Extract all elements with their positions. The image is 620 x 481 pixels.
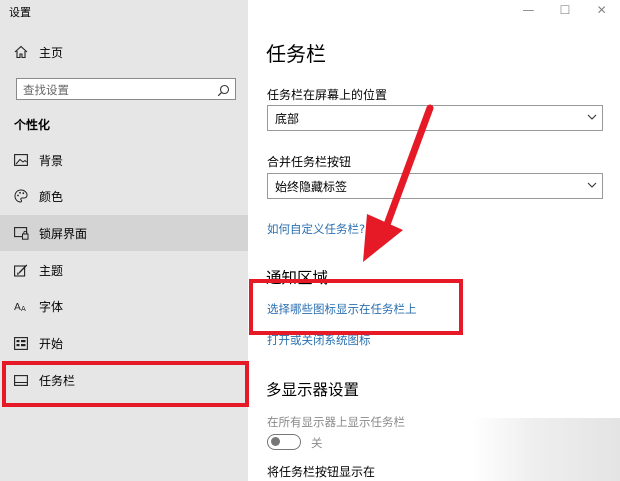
sidebar-item-background[interactable]: 背景 — [0, 142, 248, 178]
position-value: 底部 — [275, 111, 300, 126]
combine-dropdown[interactable]: 始终隐藏标签 — [267, 173, 603, 199]
lock-screen-icon — [13, 225, 29, 241]
sidebar-item-label: 开始 — [39, 336, 64, 351]
font-icon: AA — [13, 298, 29, 314]
search-box[interactable] — [16, 78, 236, 100]
sidebar: 设置 主页 个性化 背景 颜色 锁屏界面 主题 — [0, 0, 248, 481]
sidebar-item-label: 主题 — [39, 263, 64, 278]
app-title: 设置 — [9, 6, 31, 19]
home-icon — [13, 44, 29, 60]
chevron-down-icon — [586, 178, 598, 195]
sidebar-item-label: 颜色 — [39, 189, 64, 204]
svg-text:A: A — [14, 302, 21, 313]
svg-text:A: A — [21, 305, 26, 313]
watermark-blur — [472, 418, 620, 481]
theme-brush-icon — [13, 262, 29, 278]
show-all-displays-label: 在所有显示器上显示任务栏 — [267, 415, 405, 429]
page-title: 任务栏 — [266, 42, 326, 66]
minimize-button[interactable]: — — [516, 3, 540, 17]
position-label: 任务栏在屏幕上的位置 — [267, 88, 388, 102]
sidebar-item-label: 锁屏界面 — [39, 226, 88, 241]
customize-taskbar-link[interactable]: 如何自定义任务栏? — [267, 221, 365, 237]
position-dropdown[interactable]: 底部 — [267, 105, 603, 131]
sidebar-item-label: 背景 — [39, 153, 64, 168]
sidebar-item-label: 字体 — [39, 299, 64, 314]
sidebar-item-home[interactable]: 主页 — [0, 34, 248, 70]
sidebar-item-lock-screen[interactable]: 锁屏界面 — [0, 215, 248, 251]
annotation-box-select-icons — [249, 279, 463, 335]
palette-icon — [13, 188, 29, 204]
sidebar-item-themes[interactable]: 主题 — [0, 252, 248, 288]
combine-value: 始终隐藏标签 — [275, 179, 348, 194]
image-icon — [13, 152, 29, 168]
section-label: 个性化 — [14, 118, 51, 132]
search-icon[interactable] — [217, 82, 230, 101]
chevron-down-icon — [586, 110, 598, 127]
sidebar-item-fonts[interactable]: AA 字体 — [0, 288, 248, 324]
close-button[interactable]: ✕ — [590, 3, 614, 17]
maximize-button[interactable]: ☐ — [553, 3, 577, 17]
start-icon — [13, 335, 29, 351]
combine-label: 合并任务栏按钮 — [267, 155, 352, 169]
annotation-box-taskbar — [2, 361, 249, 407]
multi-display-heading: 多显示器设置 — [266, 381, 360, 399]
show-all-displays-toggle[interactable] — [267, 434, 301, 450]
sidebar-item-start[interactable]: 开始 — [0, 325, 248, 361]
search-input[interactable] — [17, 80, 203, 100]
sidebar-item-colors[interactable]: 颜色 — [0, 178, 248, 214]
window-controls: — ☐ ✕ — [510, 0, 620, 20]
sidebar-item-label: 主页 — [39, 45, 64, 60]
toggle-state-text: 关 — [311, 436, 323, 450]
show-buttons-label: 将任务栏按钮显示在 — [267, 465, 376, 479]
